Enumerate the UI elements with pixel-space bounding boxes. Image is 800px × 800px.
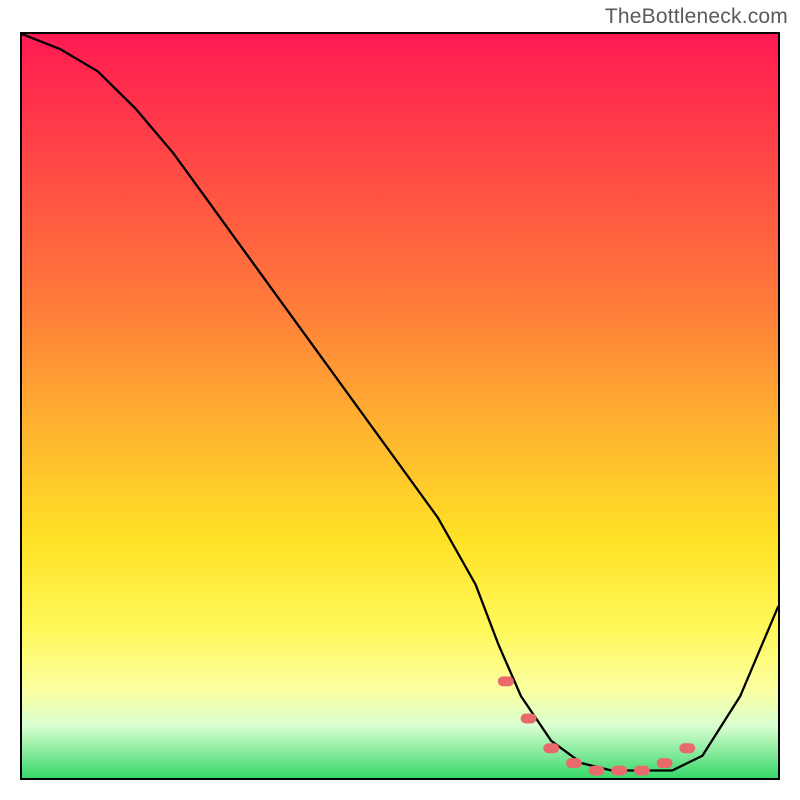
watermark-text: TheBottleneck.com <box>605 5 788 29</box>
curve-marker <box>543 743 559 753</box>
curve-overlay <box>22 34 778 778</box>
marker-group <box>498 676 695 775</box>
curve-marker <box>611 766 627 776</box>
curve-marker <box>634 766 650 776</box>
curve-marker <box>679 743 695 753</box>
chart-root: TheBottleneck.com <box>0 0 800 800</box>
curve-marker <box>498 676 514 686</box>
bottleneck-curve <box>22 34 778 771</box>
curve-marker <box>657 758 673 768</box>
plot-frame <box>20 32 780 780</box>
curve-marker <box>521 714 537 724</box>
curve-marker <box>589 766 605 776</box>
curve-marker <box>566 758 582 768</box>
